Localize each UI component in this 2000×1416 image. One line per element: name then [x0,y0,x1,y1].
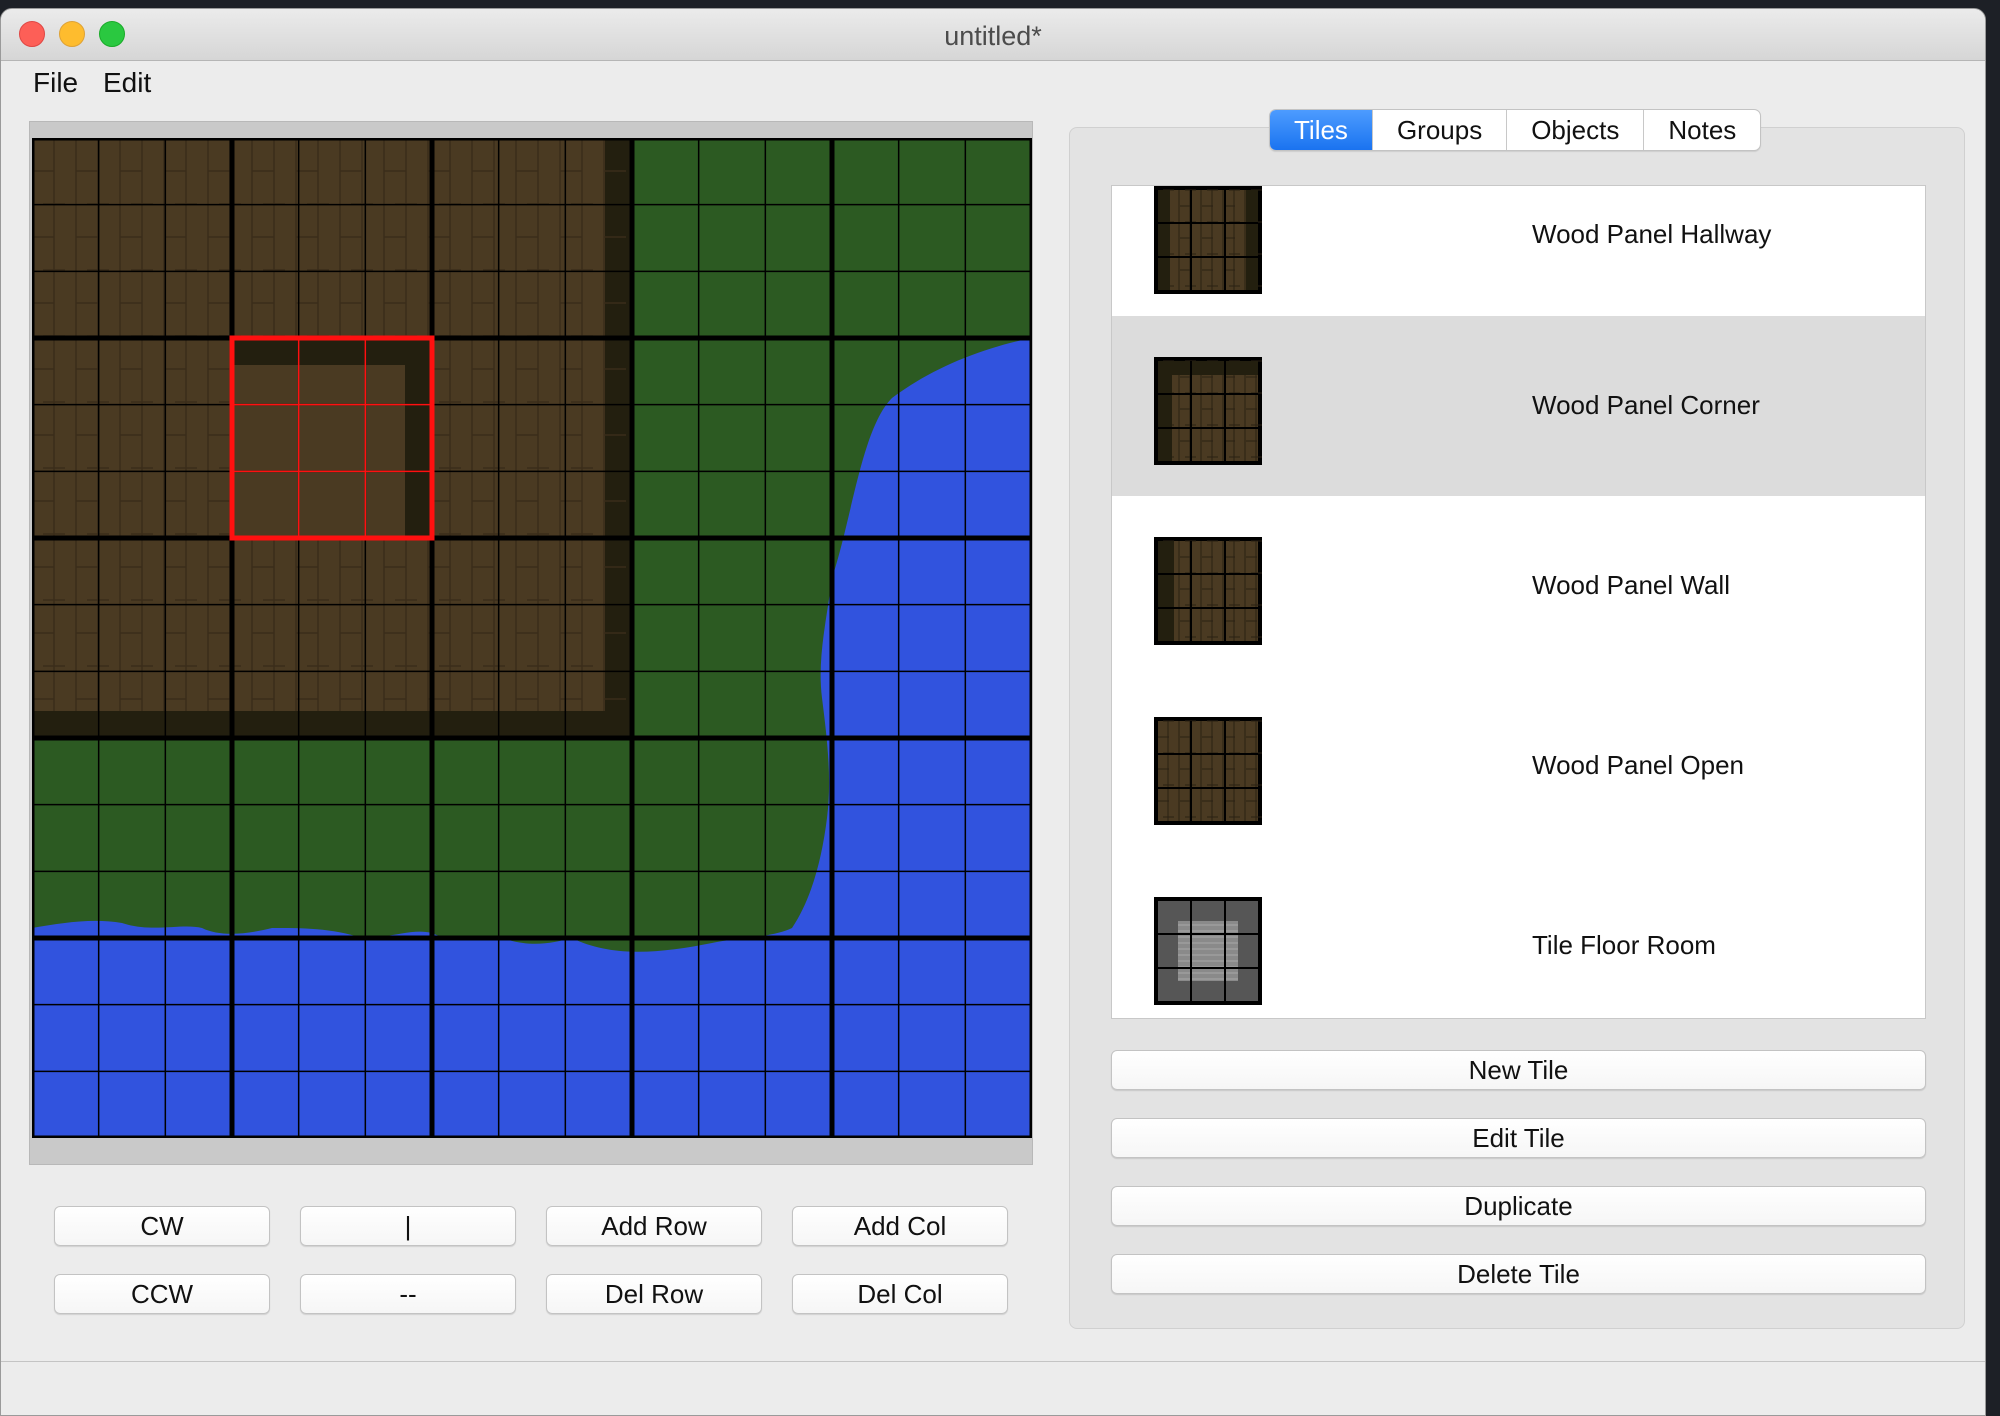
map-canvas-frame [29,121,1033,1165]
title-bar: untitled* [1,9,1985,61]
tile-list-item-tile-floor-room[interactable]: Tile Floor Room [1112,856,1925,1018]
panel-tabs: Tiles Groups Objects Notes [1269,109,1762,151]
app-window: untitled* File Edit CW | Add Row Add Col… [0,8,1986,1416]
window-title: untitled* [944,21,1042,51]
edit-tile-button[interactable]: Edit Tile [1111,1118,1926,1158]
add-col-button[interactable]: Add Col [792,1206,1008,1246]
new-tile-button[interactable]: New Tile [1111,1050,1926,1090]
delete-col-button[interactable]: Del Col [792,1274,1008,1314]
status-bar [1,1361,1985,1415]
corner-tile-wall-right [405,338,432,538]
wood-panel-corner-thumbnail [1154,357,1262,465]
tile-list-item-wood-panel-open[interactable]: Wood Panel Open [1112,676,1925,856]
tab-objects[interactable]: Objects [1506,110,1643,150]
tab-groups[interactable]: Groups [1371,110,1506,150]
corner-tile-floor [232,338,432,538]
rotate-cw-button[interactable]: CW [54,1206,270,1246]
corner-tile-wall-top [232,338,432,365]
tab-notes[interactable]: Notes [1643,110,1760,150]
add-row-button[interactable]: Add Row [546,1206,762,1246]
tile-name-label: Wood Panel Hallway [1532,219,1772,249]
delete-row-button[interactable]: Del Row [546,1274,762,1314]
tile-list-item-wood-panel-hallway[interactable]: Wood Panel Hallway [1112,186,1925,316]
tile-name-label: Wood Panel Wall [1532,570,1730,600]
tile-list-item-wood-panel-corner[interactable]: Wood Panel Corner [1112,316,1925,496]
duplicate-tile-button[interactable]: Duplicate [1111,1186,1926,1226]
tile-name-label: Wood Panel Open [1532,750,1744,780]
flip-horizontal-button[interactable]: -- [300,1274,516,1314]
rotate-ccw-button[interactable]: CCW [54,1274,270,1314]
menu-file[interactable]: File [33,67,78,99]
tile-floor-room-thumbnail [1154,897,1262,1005]
menu-edit[interactable]: Edit [103,67,151,99]
tile-list-item-wood-panel-wall[interactable]: Wood Panel Wall [1112,496,1925,676]
wood-panel-hallway-thumbnail [1154,186,1262,294]
tile-name-label: Wood Panel Corner [1532,390,1760,420]
tab-tiles[interactable]: Tiles [1270,110,1372,150]
wood-panel-wall-thumbnail [1154,537,1262,645]
delete-tile-button[interactable]: Delete Tile [1111,1254,1926,1294]
flip-vertical-button[interactable]: | [300,1206,516,1246]
tile-name-label: Tile Floor Room [1532,930,1716,960]
wood-panel-open-thumbnail [1154,717,1262,825]
tile-list[interactable]: Wood Panel Hallway Wood Panel Corner Woo… [1111,185,1926,1019]
map-canvas[interactable] [32,138,1032,1138]
menu-bar: File Edit [1,61,1985,107]
